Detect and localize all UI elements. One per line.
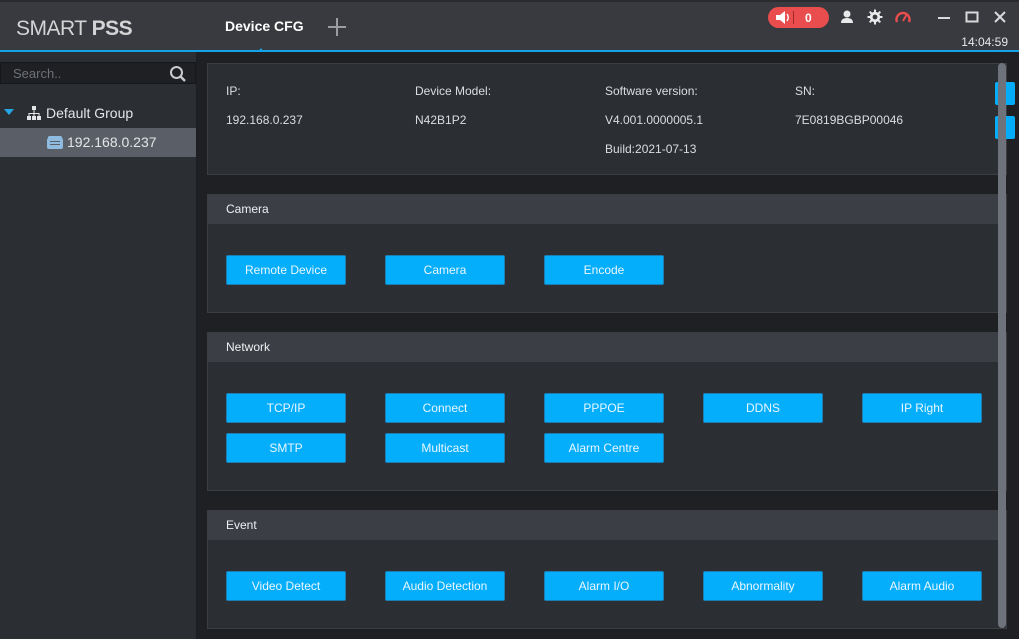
device-config-panel: IP: 192.168.0.237 Device Model: N42B1P2 …	[198, 52, 1019, 639]
camera-button[interactable]: Camera	[385, 255, 505, 285]
speaker-icon	[776, 11, 789, 24]
connect-button[interactable]: Connect	[385, 393, 505, 423]
minimize-icon[interactable]	[936, 9, 952, 25]
alarm-centre-button[interactable]: Alarm Centre	[544, 433, 664, 463]
model-label: Device Model:	[415, 84, 492, 98]
logo-text-light: SMART	[16, 17, 87, 40]
ip-value: 192.168.0.237	[226, 113, 303, 127]
event-section-title: Event	[208, 511, 1006, 540]
logo-text-bold: PSS	[91, 17, 133, 40]
search-input[interactable]	[13, 65, 163, 81]
gear-icon[interactable]	[867, 9, 883, 25]
tree-item-default-group[interactable]: Default Group	[0, 100, 196, 126]
video-detect-button[interactable]: Video Detect	[226, 571, 346, 601]
ip-label: IP:	[226, 84, 241, 98]
nvr-device-icon	[47, 136, 63, 149]
maximize-icon[interactable]	[964, 9, 980, 25]
search-box	[0, 62, 196, 84]
multicast-button[interactable]: Multicast	[385, 433, 505, 463]
title-bar: SMART PSS Device CFG 0 14:04:59	[0, 0, 1019, 52]
audio-detection-button[interactable]: Audio Detection	[385, 571, 505, 601]
alarm-count: 0	[805, 11, 812, 25]
model-value: N42B1P2	[415, 113, 467, 127]
tree-item-device[interactable]: 192.168.0.237	[0, 128, 196, 157]
alarm-sound-button[interactable]: 0	[768, 7, 829, 28]
ip-right-button[interactable]: IP Right	[862, 393, 982, 423]
user-icon[interactable]	[839, 9, 855, 25]
expand-arrow-icon[interactable]	[4, 109, 14, 115]
alarm-separator	[793, 11, 794, 24]
group-label: Default Group	[46, 105, 134, 121]
tcp-ip-button[interactable]: TCP/IP	[226, 393, 346, 423]
pppoe-button[interactable]: PPPOE	[544, 393, 664, 423]
performance-gauge-icon[interactable]	[895, 9, 911, 25]
network-section: Network TCP/IP Connect PPPOE DDNS IP Rig…	[207, 332, 1007, 491]
build-value: Build:2021-07-13	[605, 142, 697, 156]
ddns-button[interactable]: DDNS	[703, 393, 823, 423]
vertical-scrollbar[interactable]	[998, 63, 1006, 628]
close-icon[interactable]	[992, 9, 1008, 25]
app-logo: SMART PSS	[16, 17, 133, 41]
tab-device-cfg[interactable]: Device CFG	[225, 18, 304, 34]
remote-device-button[interactable]: Remote Device	[226, 255, 346, 285]
encode-button[interactable]: Encode	[544, 255, 664, 285]
camera-section-title: Camera	[208, 195, 1006, 224]
network-section-title: Network	[208, 333, 1006, 362]
camera-section: Camera Remote Device Camera Encode	[207, 194, 1007, 313]
device-tree-sidebar: Default Group 192.168.0.237	[0, 52, 197, 639]
clock: 14:04:59	[961, 35, 1008, 49]
abnormality-button[interactable]: Abnormality	[703, 571, 823, 601]
alarm-io-button[interactable]: Alarm I/O	[544, 571, 664, 601]
device-label: 192.168.0.237	[67, 134, 157, 150]
search-icon[interactable]	[169, 65, 187, 83]
group-hierarchy-icon	[27, 106, 41, 120]
software-value: V4.001.0000005.1	[605, 113, 704, 127]
sn-label: SN:	[795, 84, 816, 98]
smtp-button[interactable]: SMTP	[226, 433, 346, 463]
add-tab-button[interactable]	[326, 16, 348, 38]
alarm-audio-button[interactable]: Alarm Audio	[862, 571, 982, 601]
device-info-panel: IP: 192.168.0.237 Device Model: N42B1P2 …	[207, 63, 1015, 175]
event-section: Event Video Detect Audio Detection Alarm…	[207, 510, 1007, 629]
software-label: Software version:	[605, 84, 698, 98]
sn-value: 7E0819BGBP00046	[795, 113, 904, 127]
